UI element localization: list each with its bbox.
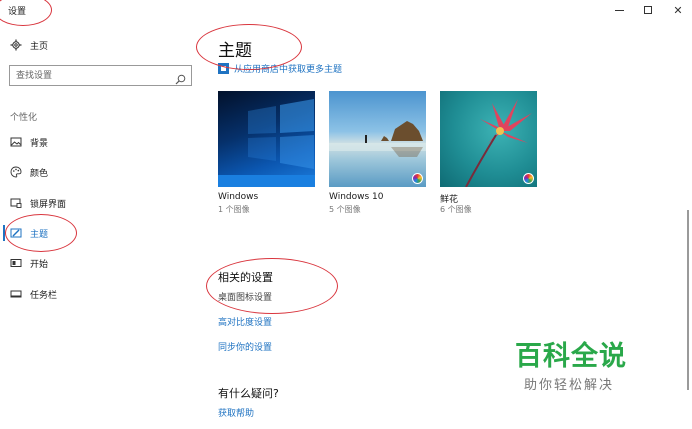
color-wheel-icon: [523, 173, 534, 184]
sidebar-item-lock-screen[interactable]: 锁屏界面: [0, 190, 200, 216]
search-box[interactable]: [9, 65, 192, 86]
maximize-button[interactable]: [632, 0, 664, 20]
theme-card-windows[interactable]: Windows 1 个图像: [218, 91, 315, 214]
search-input[interactable]: [10, 66, 170, 85]
sidebar-item-home[interactable]: 主页: [0, 32, 200, 58]
minimize-button[interactable]: [603, 0, 635, 20]
close-button[interactable]: ✕: [662, 0, 692, 20]
annotation-circle: [196, 24, 302, 70]
maximize-icon: [644, 6, 652, 14]
section-label: 个性化: [10, 113, 38, 123]
theme-card-windows10[interactable]: Windows 10 5 个图像: [329, 91, 426, 214]
color-wheel-icon: [412, 173, 423, 184]
theme-name: Windows: [218, 192, 259, 202]
theme-thumbnail: [218, 91, 315, 187]
settings-window: 设置 ✕ 主页 个性化 背景 颜: [0, 0, 692, 429]
close-icon: ✕: [673, 3, 683, 17]
theme-card-flowers[interactable]: 鲜花 6 个图像: [440, 91, 537, 214]
palette-icon: [10, 166, 22, 178]
theme-image-count: 1 个图像: [218, 205, 250, 214]
annotation-circle: [206, 258, 338, 314]
theme-name: Windows 10: [329, 192, 384, 202]
watermark-logo: 百科全说: [515, 341, 627, 372]
theme-image-count: 6 个图像: [440, 205, 472, 214]
start-menu-icon: [10, 257, 22, 269]
taskbar-strip: [218, 175, 315, 187]
high-contrast-settings-link[interactable]: 高对比度设置: [218, 315, 272, 328]
sidebar-item-label: 主页: [30, 41, 49, 52]
gear-icon: [10, 39, 22, 51]
watermark-slogan: 助你轻松解决: [524, 378, 615, 393]
sidebar-item-taskbar[interactable]: 任务栏: [0, 281, 200, 307]
sidebar-item-label: 开始: [30, 259, 49, 270]
title-bar: 设置 ✕: [0, 0, 692, 22]
picture-icon: [10, 136, 22, 148]
minimize-icon: [614, 9, 624, 11]
search-icon[interactable]: [175, 70, 186, 85]
get-help-link[interactable]: 获取帮助: [218, 406, 254, 419]
sidebar-item-label: 背景: [30, 138, 49, 149]
sidebar-item-start[interactable]: 开始: [0, 250, 200, 276]
theme-image-count: 5 个图像: [329, 205, 361, 214]
scrollbar[interactable]: [687, 210, 689, 390]
sidebar-item-colors[interactable]: 颜色: [0, 159, 200, 185]
sidebar-item-label: 锁屏界面: [30, 199, 67, 210]
sidebar-item-background[interactable]: 背景: [0, 129, 200, 155]
sidebar-item-label: 任务栏: [30, 290, 58, 301]
sidebar-item-label: 颜色: [30, 168, 49, 179]
sync-settings-link[interactable]: 同步你的设置: [218, 340, 272, 353]
annotation-circle: [5, 214, 77, 252]
taskbar-icon: [10, 288, 22, 300]
theme-thumbnail: [329, 91, 426, 187]
faq-title: 有什么疑问?: [218, 387, 279, 400]
theme-thumbnail: [440, 91, 537, 187]
lock-screen-icon: [10, 197, 22, 209]
